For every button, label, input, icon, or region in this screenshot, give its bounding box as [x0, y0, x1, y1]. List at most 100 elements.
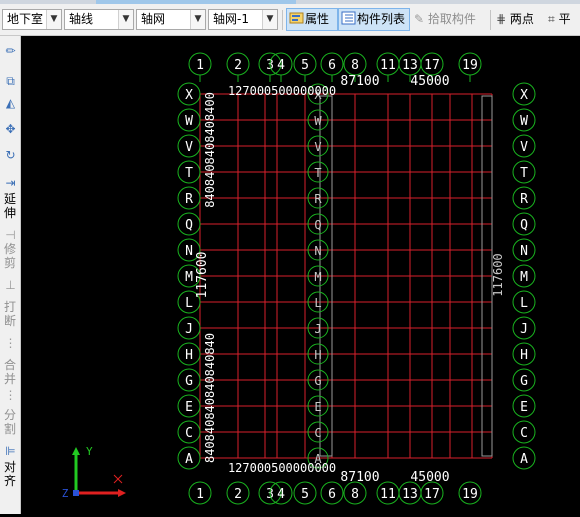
parallel-button[interactable]: ⌗ 平	[548, 8, 580, 31]
axis-bubble-left-label: A	[185, 452, 193, 467]
axis-bubble-inner-label: R	[314, 192, 322, 206]
axis-bubble-right-label: G	[520, 374, 528, 389]
axis-bubble-left-label: T	[185, 166, 193, 181]
axis-bubble-bottom-label: 2	[234, 487, 242, 502]
drawing-canvas[interactable]: 1 2 3 4 5 6 8 11 13 17 19 1 2 3 4 5 6 8 11 13 17 19 X W V T R Q N M L J…	[21, 36, 580, 514]
split-label[interactable]: 分割	[2, 408, 18, 436]
dimension-partial-width-bottom: 45000	[410, 470, 449, 485]
dimension-bottom-chain: 12700	[228, 461, 264, 475]
ucs-z-label: Z	[62, 487, 69, 500]
axis-bubble-inner-label: M	[314, 270, 321, 284]
extend-icon[interactable]: ⇥	[1, 176, 20, 190]
pick-component-button[interactable]: ✎ 拾取构件	[414, 8, 486, 31]
axis-bubble-right-label: J	[520, 322, 528, 337]
axis-bubble-inner-label: H	[314, 348, 321, 362]
instance-select[interactable]: 轴网-1 ▼	[208, 9, 278, 30]
axis-bubble-bottom-label: 4	[277, 487, 285, 502]
axis-bubble-bottom-label: 11	[380, 487, 396, 502]
merge-label[interactable]: 合并	[2, 358, 18, 386]
axis-bubble-top-label: 11	[380, 58, 396, 73]
axis-bubble-right-label: X	[520, 88, 528, 103]
dimension-top-chain: 12700	[228, 84, 264, 98]
axis-bubble-inner-label: C	[314, 426, 321, 440]
axis-bubble-right-label: C	[520, 426, 528, 441]
axis-bubble-bottom-label: 6	[328, 487, 336, 502]
split-icon[interactable]: ⋮	[1, 388, 20, 402]
component-list-label: 构件列表	[357, 12, 406, 26]
axis-bubble-right-label: N	[520, 244, 528, 259]
ucs-origin	[73, 490, 79, 496]
type-select[interactable]: 轴线 ▼	[64, 9, 134, 30]
axis-bubble-inner-label: V	[314, 140, 321, 154]
dimension-total-height: 117600	[195, 252, 210, 299]
chevron-down-icon[interactable]: ▼	[262, 10, 277, 29]
axis-bubble-left-label: E	[185, 400, 193, 415]
break-icon[interactable]: ⊥	[1, 278, 20, 292]
two-points-button[interactable]: ⋕ 两点	[496, 8, 544, 31]
axis-bubble-right-label: M	[520, 270, 528, 285]
merge-icon[interactable]: ⋮	[1, 336, 20, 350]
chevron-down-icon[interactable]: ▼	[118, 10, 133, 29]
floor-select-value: 地下室	[7, 12, 44, 26]
axis-bubble-top-label: 1	[196, 58, 204, 73]
parallel-label: 平	[558, 12, 571, 26]
axis-bubble-right-label: Q	[520, 218, 528, 233]
axis-bubble-left-label: R	[185, 192, 193, 207]
axis-bubble-inner-label: T	[314, 166, 321, 180]
axis-bubble-top-label: 13	[402, 58, 418, 73]
axis-bubble-left-label: W	[185, 114, 193, 129]
axis-bubble-right-label: A	[520, 452, 528, 467]
axis-bubble-left-label: G	[185, 374, 193, 389]
axis-bubble-right-label: V	[520, 140, 528, 155]
axis-bubble-left-label: J	[185, 322, 193, 337]
axis-bubble-right-label: E	[520, 400, 528, 415]
properties-icon	[289, 12, 304, 24]
axis-bubble-top-label: 17	[424, 58, 440, 73]
trim-label[interactable]: 修剪	[2, 242, 18, 270]
properties-toolbar: 地下室 ▼ 轴线 ▼ 轴网 ▼ 轴网-1 ▼ 属性 构件列表 ✎ 拾取构件 ⋕ …	[0, 4, 580, 36]
align-label[interactable]: 对齐	[2, 460, 18, 488]
component-list-button[interactable]: 构件列表	[338, 8, 410, 31]
axis-bubble-top-label: 2	[234, 58, 242, 73]
axis-bubble-left-label: Q	[185, 218, 193, 233]
trim-icon[interactable]: ⊣	[1, 228, 20, 242]
ucs-y-arrow	[72, 447, 80, 455]
axis-bubble-bottom-label: 17	[424, 487, 440, 502]
chevron-down-icon[interactable]: ▼	[190, 10, 205, 29]
list-icon	[341, 11, 356, 25]
dimension-left-chain-bottom: 840840840840840840	[203, 333, 217, 463]
dimension-total-width: 87100	[340, 74, 379, 89]
two-points-label: 两点	[509, 12, 534, 26]
properties-button[interactable]: 属性	[286, 8, 338, 31]
pencil-icon[interactable]: ✏	[1, 44, 20, 58]
break-label[interactable]: 打断	[2, 300, 18, 328]
axis-bubble-inner-label: J	[314, 322, 321, 336]
ucs-x-arrow	[118, 489, 126, 497]
axis-bubble-inner-label: N	[314, 244, 321, 258]
mirror-icon[interactable]: ◭	[1, 96, 20, 110]
floor-select[interactable]: 地下室 ▼	[2, 9, 62, 30]
rotate-icon[interactable]: ↻	[1, 148, 20, 162]
toolbar-separator	[282, 10, 283, 30]
dimension-top-chain-rest: 0500000000	[264, 84, 336, 98]
toolbar-separator	[490, 10, 491, 30]
axis-grid-drawing[interactable]: 1 2 3 4 5 6 8 11 13 17 191 2 3 4 5 6 8 11 13 17 19XWVTRQNMLJ…	[21, 36, 580, 514]
axis-bubble-inner-label: L	[314, 296, 321, 310]
axis-bubble-left-label: L	[185, 296, 193, 311]
two-points-icon: ⋕	[496, 12, 507, 26]
align-icon[interactable]: ⊫	[1, 444, 20, 458]
axis-bubble-top-label: 19	[462, 58, 478, 73]
axis-bubble-left-label: X	[185, 88, 193, 103]
dimension-bottom-chain-rest: 0500000000	[264, 461, 336, 475]
chevron-down-icon[interactable]: ▼	[46, 10, 61, 29]
axis-bubble-top-label: 6	[328, 58, 336, 73]
axis-bubble-right-label: L	[520, 296, 528, 311]
move-icon[interactable]: ✥	[1, 122, 20, 136]
copy-icon[interactable]: ⧉	[1, 74, 20, 88]
dimension-partial-width: 45000	[410, 74, 449, 89]
extend-label[interactable]: 延伸	[2, 192, 18, 220]
axis-bubble-left-label: N	[185, 244, 193, 259]
axis-bubble-right-label: W	[520, 114, 528, 129]
component-select[interactable]: 轴网 ▼	[136, 9, 206, 30]
axis-bubble-top-label: 5	[301, 58, 309, 73]
